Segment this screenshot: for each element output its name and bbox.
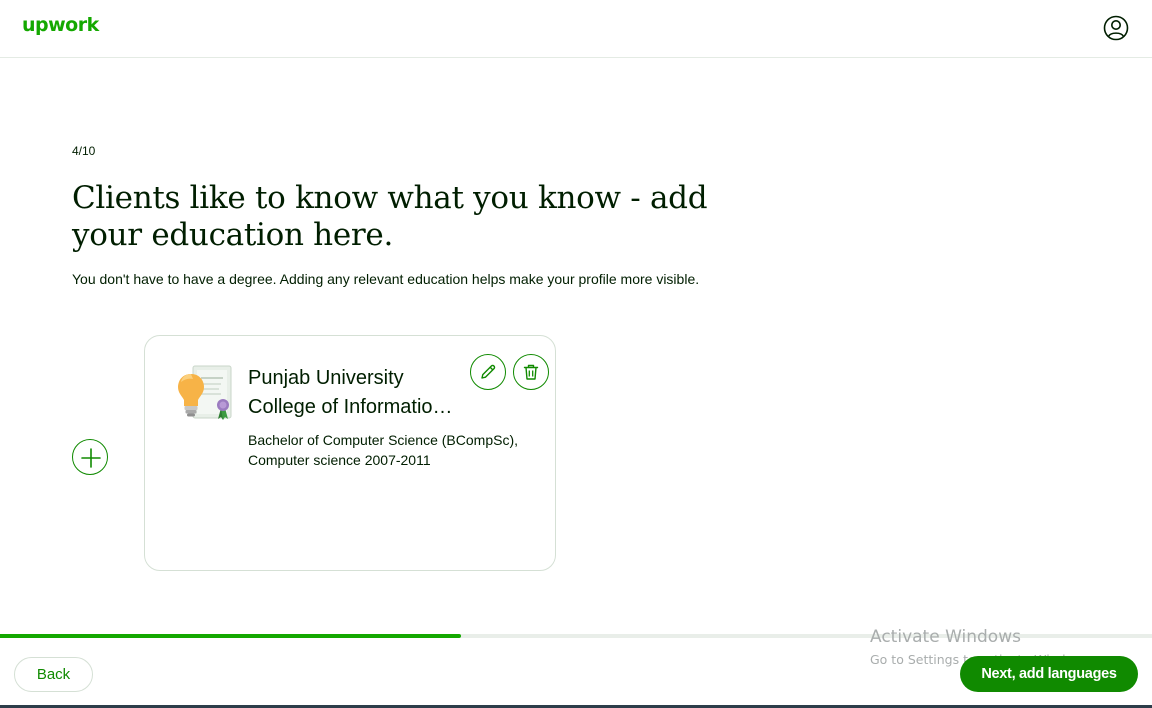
education-certificate-lightbulb-icon xyxy=(178,365,232,420)
page-title: Clients like to know what you know - add… xyxy=(72,180,708,253)
add-education-button[interactable] xyxy=(72,439,108,475)
education-card: Punjab University College of Informatio…… xyxy=(144,335,556,571)
upwork-logo[interactable]: upwork xyxy=(22,14,99,36)
top-header: upwork xyxy=(0,0,1152,58)
progress-bar xyxy=(0,634,1152,638)
user-circle-icon[interactable] xyxy=(1103,15,1129,41)
school-name-line2: College of Informatio… xyxy=(248,396,453,418)
plus-icon xyxy=(81,448,101,468)
back-button[interactable]: Back xyxy=(14,657,93,692)
degree-details: Bachelor of Computer Science (BCompSc), … xyxy=(248,432,518,468)
step-counter: 4/10 xyxy=(72,144,96,158)
pencil-icon xyxy=(481,364,496,379)
next-add-languages-button[interactable]: Next, add languages xyxy=(960,656,1138,692)
school-name: Punjab University College of Informatio… xyxy=(248,364,468,422)
edit-education-button[interactable] xyxy=(470,354,506,390)
progress-bar-fill xyxy=(0,634,461,638)
page-subtitle: You don't have to have a degree. Adding … xyxy=(72,271,700,287)
trash-icon xyxy=(523,364,539,380)
delete-education-button[interactable] xyxy=(513,354,549,390)
school-name-line1: Punjab University xyxy=(248,367,404,389)
